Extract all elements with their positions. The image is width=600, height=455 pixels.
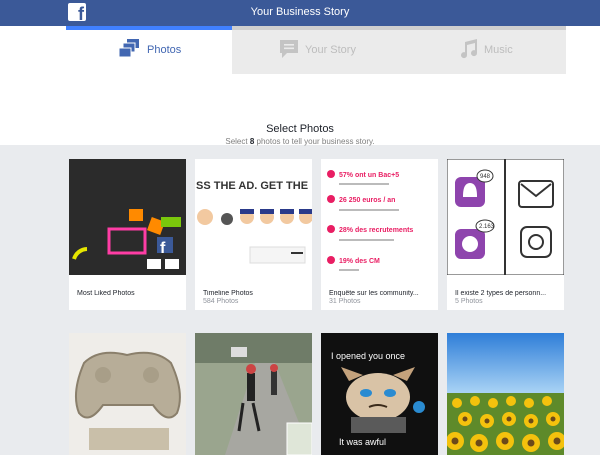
badge-count-2: 2.163	[479, 224, 495, 230]
album-count: 584 Photos	[203, 298, 239, 305]
music-icon	[461, 39, 478, 59]
album-name: Il existe 2 types de personn...	[455, 290, 547, 297]
infographic-stat-2: 26 250 euros / an	[339, 197, 395, 204]
infographic-stat-3: 28% des recrutements	[339, 227, 413, 234]
photo-card[interactable]	[69, 333, 186, 455]
album-name: Most Liked Photos	[77, 290, 135, 297]
page-title: Your Business Story	[250, 6, 350, 18]
timeline-cover-text: SS THE AD. GET THE	[196, 180, 308, 192]
photo-grumpy-cat: I opened you once It was awful	[321, 333, 438, 455]
album-cover: SS THE AD. GET THE	[195, 159, 312, 275]
story-icon	[280, 40, 298, 58]
photos-icon	[118, 39, 139, 58]
album-card-most-liked[interactable]: f Most Liked Photos	[69, 159, 186, 310]
svg-text:f: f	[160, 240, 166, 257]
steps-panel: Photos Your Story Music Select Photos Se…	[0, 26, 600, 146]
badge-count-1: 948	[480, 174, 491, 180]
album-count: 31 Photos	[329, 298, 361, 305]
meme-text-bottom: It was awful	[339, 437, 386, 447]
tab-label: Music	[484, 44, 513, 56]
album-count: 5 Photos	[455, 298, 483, 305]
album-card-timeline[interactable]: SS THE AD. GET THE Timeline Photos 584 P…	[195, 159, 312, 310]
album-name: Timeline Photos	[203, 290, 253, 297]
select-title: Select Photos	[266, 123, 334, 135]
photo-card[interactable]	[447, 333, 564, 455]
infographic-stat-1: 57% ont un Bac+5	[339, 172, 399, 179]
photo-card[interactable]: I opened you once It was awful	[321, 333, 438, 455]
album-card-enquete[interactable]: 57% ont un Bac+5 26 250 euros / an 28% d…	[321, 159, 438, 310]
tab-music[interactable]: Music	[400, 26, 566, 74]
photo-card[interactable]	[195, 333, 312, 455]
tab-label: Your Story	[305, 44, 356, 56]
album-name: Enquête sur les community...	[329, 290, 419, 297]
tab-label: Photos	[147, 44, 182, 56]
album-cover: f	[69, 159, 186, 275]
album-cover: 948 2.163	[447, 159, 564, 275]
photo-gamepad	[69, 333, 186, 455]
select-subtitle: Select 8 photos to tell your business st…	[225, 137, 375, 146]
photo-sunflowers	[447, 333, 564, 455]
infographic-stat-4: 19% des CM	[339, 258, 380, 265]
album-card-deux-types[interactable]: 948 2.163 Il existe 2 types de personn..…	[447, 159, 564, 310]
album-cover: 57% ont un Bac+5 26 250 euros / an 28% d…	[321, 159, 438, 275]
tab-your-story[interactable]: Your Story	[232, 26, 400, 74]
meme-text-top: I opened you once	[331, 351, 405, 361]
tabs: Photos Your Story Music	[66, 26, 566, 74]
photo-street-view	[195, 333, 312, 455]
tab-photos[interactable]: Photos	[66, 26, 232, 74]
top-bar: f Your Business Story	[0, 0, 600, 26]
